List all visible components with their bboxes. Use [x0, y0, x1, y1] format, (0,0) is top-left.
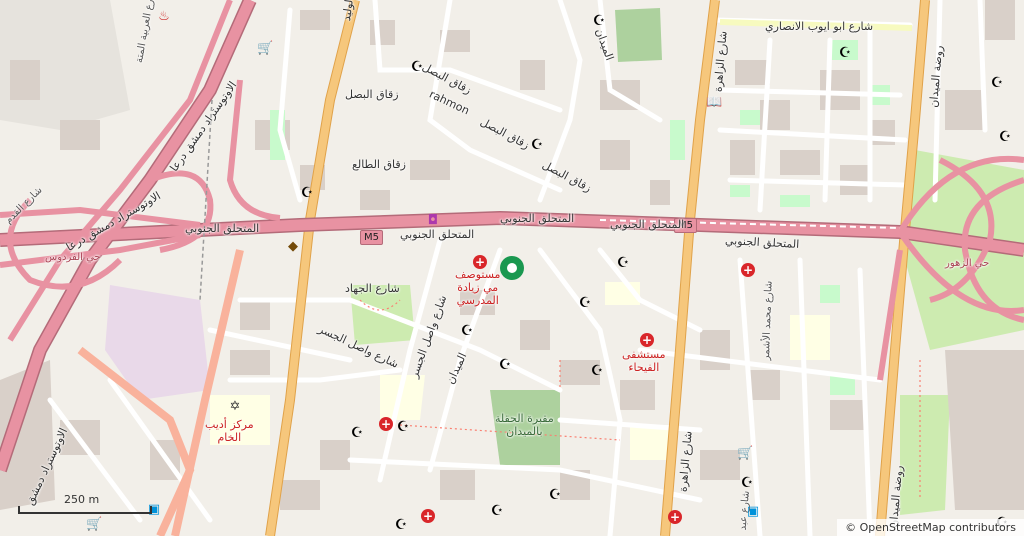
street-label: المتحلق الجنوبي — [400, 228, 475, 241]
hospital-label[interactable]: مستوصف مي زيادة المدرسي — [455, 268, 500, 307]
scale-bar — [18, 506, 152, 514]
district-label: حي الزهور — [945, 258, 990, 269]
mosque-icon[interactable]: ☪ — [410, 60, 424, 74]
mosque-icon[interactable]: ☪ — [592, 14, 606, 28]
street-label: زقاق البصل — [345, 88, 399, 101]
shop-icon[interactable]: 🛒 — [257, 42, 273, 56]
cemetery-label[interactable]: مقبرة الحقلة بالميدان — [495, 412, 554, 438]
fire-station-icon[interactable]: ♨ — [157, 10, 171, 24]
mosque-icon[interactable]: ☪ — [530, 138, 544, 152]
mosque-icon[interactable]: ☪ — [990, 76, 1004, 90]
library-icon[interactable]: 📖 — [706, 96, 722, 110]
mosque-icon[interactable]: ☪ — [300, 186, 314, 200]
mosque-icon[interactable]: ☪ — [460, 324, 474, 338]
school-area — [790, 315, 830, 360]
synagogue-icon[interactable]: ✡ — [228, 400, 242, 414]
hospital-icon[interactable]: + — [473, 255, 487, 269]
mosque-icon[interactable]: ☪ — [578, 296, 592, 310]
district-label: حي الفردوس — [45, 252, 101, 263]
mosque-icon[interactable]: ☪ — [616, 256, 630, 270]
community-centre-label[interactable]: مركز أديب الخام — [205, 418, 254, 444]
mosque-icon[interactable]: ☪ — [838, 46, 852, 60]
mosque-icon[interactable]: ☪ — [350, 426, 364, 440]
street-label: شارع الجهاد — [345, 282, 400, 295]
pharmacy-icon[interactable]: ◆ — [286, 240, 300, 254]
hospital-icon[interactable]: + — [640, 333, 654, 347]
hospital-label[interactable]: مستشفى الفيحاء — [622, 348, 666, 374]
street-label: المتحلق الجنوبي — [185, 222, 260, 235]
buildings-block — [945, 350, 1024, 510]
hospital-icon[interactable]: + — [421, 509, 435, 523]
hospital-icon[interactable]: + — [668, 510, 682, 524]
mosque-icon[interactable]: ☪ — [548, 488, 562, 502]
street-label: المتحلق الجنوبي — [610, 218, 685, 231]
mosque-icon[interactable]: ☪ — [998, 130, 1012, 144]
hospital-icon[interactable]: + — [741, 263, 755, 277]
m5-shield: M5 — [360, 230, 383, 245]
street-label: شارع ابو ايوب الانصاري — [765, 20, 874, 33]
hospital-icon[interactable]: + — [379, 417, 393, 431]
mosque-icon[interactable]: ☪ — [394, 518, 408, 532]
mosque-icon[interactable]: ☪ — [498, 358, 512, 372]
shop-icon[interactable]: ◘ — [426, 214, 440, 228]
bus-stop-icon[interactable]: ▣ — [746, 505, 760, 519]
park-area — [615, 8, 662, 62]
location-marker-center — [507, 263, 517, 273]
map-base-layer — [0, 0, 1024, 536]
mosque-icon[interactable]: ☪ — [396, 420, 410, 434]
attribution[interactable]: © OpenStreetMap contributors — [837, 519, 1024, 536]
mosque-icon[interactable]: ☪ — [740, 476, 754, 490]
park-area — [900, 395, 950, 515]
mosque-icon[interactable]: ☪ — [590, 364, 604, 378]
map-canvas[interactable]: M5 M5 شارع ابو ايوب الانصاري شارع خالد ا… — [0, 0, 1024, 536]
shop-icon[interactable]: 🛒 — [737, 447, 753, 461]
street-label: المتحلق الجنوبي — [500, 212, 575, 225]
school-area — [630, 425, 670, 460]
mosque-icon[interactable]: ☪ — [490, 504, 504, 518]
street-label: زقاق الطالع — [352, 158, 406, 171]
scale-label: 250 m — [64, 493, 100, 506]
shop-icon[interactable]: 🛒 — [86, 518, 102, 532]
